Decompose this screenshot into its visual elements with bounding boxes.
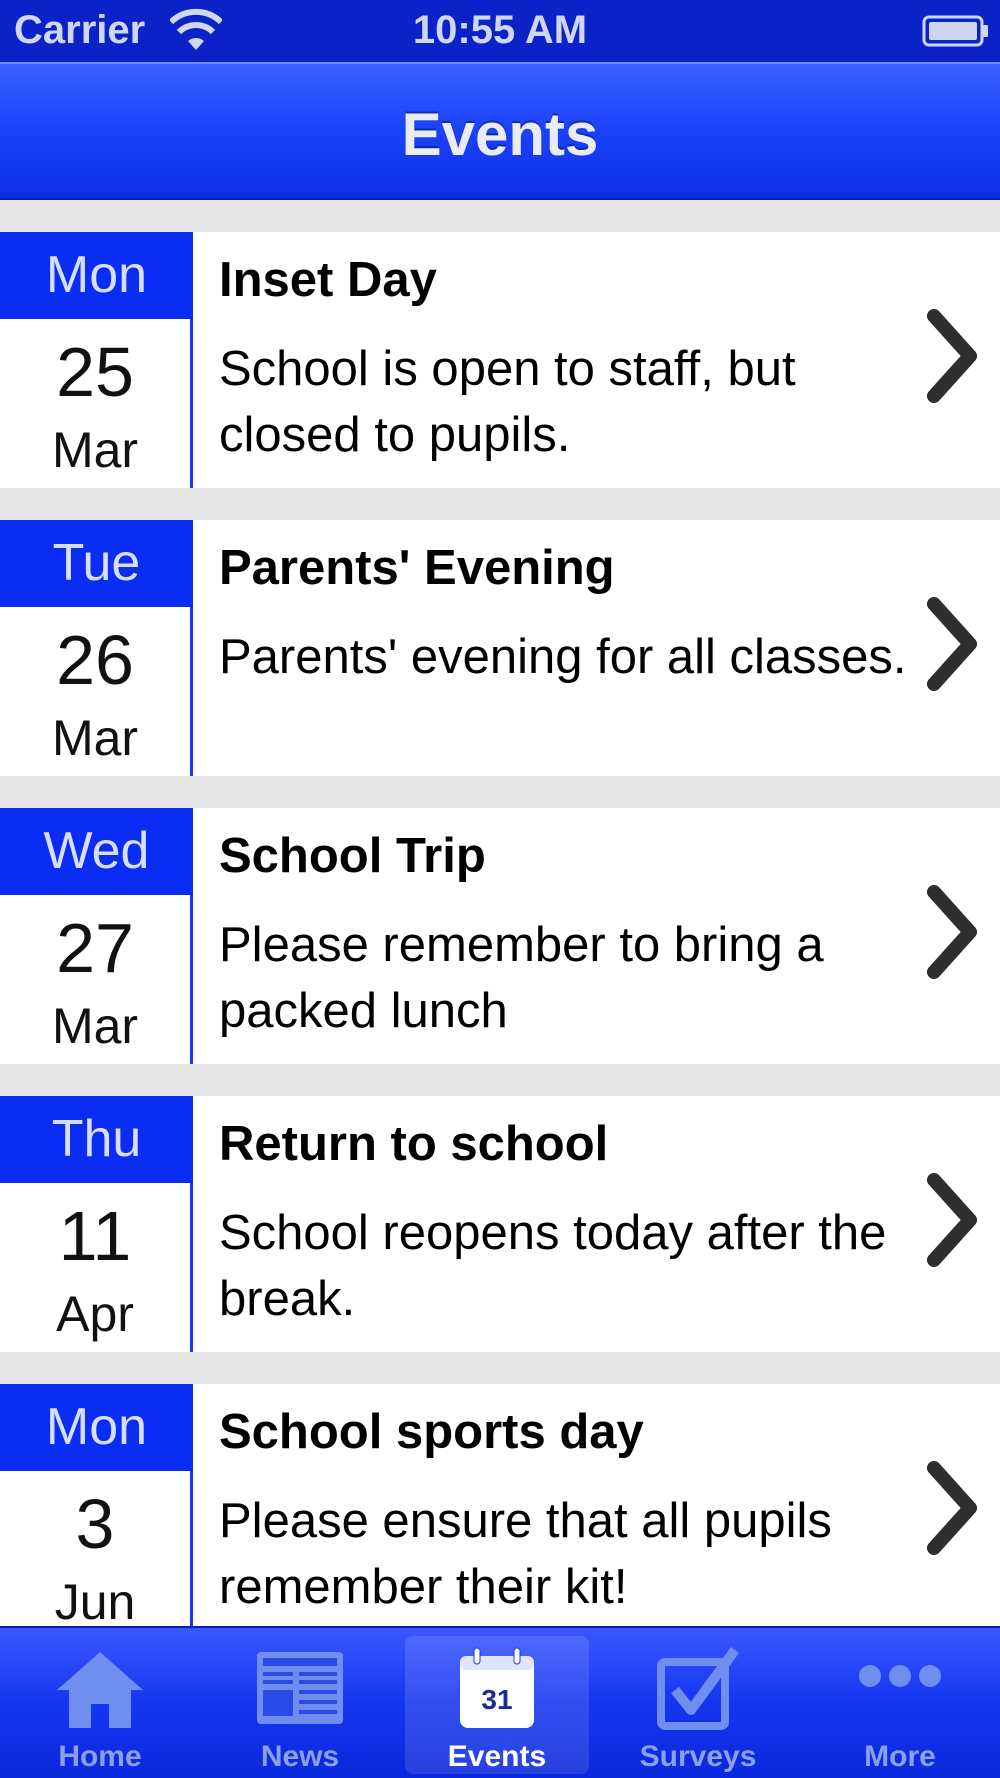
events-list[interactable]: Mon 25 Mar Inset Day School is open to s… xyxy=(0,232,1000,1626)
event-month: Mar xyxy=(51,998,139,1054)
event-day-number: 26 xyxy=(56,621,134,699)
event-title: Parents' Evening xyxy=(219,541,615,595)
event-row[interactable]: Thu 11 Apr Return to school School reope… xyxy=(0,1096,1000,1352)
event-description: Parents' evening for all classes. xyxy=(219,630,907,684)
event-weekday: Tue xyxy=(0,520,193,607)
chevron-right-icon[interactable] xyxy=(920,882,982,982)
checkbox-icon xyxy=(657,1647,740,1730)
tab-events[interactable]: 31 Events xyxy=(405,1636,589,1774)
chevron-right-icon[interactable] xyxy=(920,1458,982,1558)
tab-more[interactable]: More xyxy=(800,1628,1000,1778)
battery-icon xyxy=(922,15,988,47)
status-bar: Carrier 10:55 AM xyxy=(0,0,1000,62)
event-date-badge: Wed 27 Mar xyxy=(0,808,193,1064)
event-day-number: 11 xyxy=(58,1197,132,1275)
event-month: Mar xyxy=(51,710,139,766)
tab-surveys[interactable]: Surveys xyxy=(598,1628,798,1778)
event-title: School sports day xyxy=(219,1405,644,1459)
tab-news[interactable]: News xyxy=(200,1628,400,1778)
page-title: Events xyxy=(401,101,599,168)
event-title: School Trip xyxy=(219,829,486,883)
event-date-badge: Tue 26 Mar xyxy=(0,520,193,776)
event-date-badge: Mon 3 Jun xyxy=(0,1384,193,1626)
event-row[interactable]: Wed 27 Mar School Trip Please remember t… xyxy=(0,808,1000,1064)
chevron-right-icon[interactable] xyxy=(920,1170,982,1270)
event-description: School is open to staff, but closed to p… xyxy=(219,342,796,462)
event-month: Jun xyxy=(54,1574,136,1626)
event-weekday: Mon xyxy=(0,232,193,319)
calendar-number: 31 xyxy=(481,1684,512,1715)
event-title: Inset Day xyxy=(219,253,437,307)
chevron-right-icon[interactable] xyxy=(920,306,982,406)
event-weekday: Mon xyxy=(0,1384,193,1471)
event-row[interactable]: Tue 26 Mar Parents' Evening Parents' eve… xyxy=(0,520,1000,776)
event-day-number: 25 xyxy=(56,333,134,411)
tab-label: Home xyxy=(58,1740,142,1773)
tab-home[interactable]: Home xyxy=(0,1628,200,1778)
event-row[interactable]: Mon 3 Jun School sports day Please ensur… xyxy=(0,1384,1000,1626)
event-day-number: 27 xyxy=(56,909,134,987)
event-description: Please ensure that all pupils remember t… xyxy=(219,1494,832,1614)
event-weekday: Thu xyxy=(0,1096,193,1183)
tab-label: Events xyxy=(447,1740,547,1773)
tab-bar: Home News 31 Events Surveys More xyxy=(0,1626,1000,1778)
event-date-badge: Thu 11 Apr xyxy=(0,1096,193,1352)
navigation-bar: Events xyxy=(0,62,1000,200)
home-icon xyxy=(57,1652,143,1728)
event-description: School reopens today after the break. xyxy=(219,1206,887,1326)
more-icon xyxy=(859,1665,941,1687)
event-date-badge: Mon 25 Mar xyxy=(0,232,193,488)
chevron-right-icon[interactable] xyxy=(920,594,982,694)
event-description: Please remember to bring a packed lunch xyxy=(219,918,824,1038)
newspaper-icon xyxy=(257,1652,343,1724)
event-month: Mar xyxy=(51,422,139,478)
tab-label: More xyxy=(864,1740,936,1773)
event-weekday: Wed xyxy=(0,808,193,895)
event-title: Return to school xyxy=(219,1117,609,1171)
calendar-icon: 31 xyxy=(460,1647,534,1728)
event-month: Apr xyxy=(56,1286,134,1342)
tab-label: Surveys xyxy=(639,1740,757,1773)
tab-label: News xyxy=(260,1740,340,1773)
status-time: 10:55 AM xyxy=(412,8,588,52)
event-day-number: 3 xyxy=(75,1485,115,1563)
event-row[interactable]: Mon 25 Mar Inset Day School is open to s… xyxy=(0,232,1000,488)
